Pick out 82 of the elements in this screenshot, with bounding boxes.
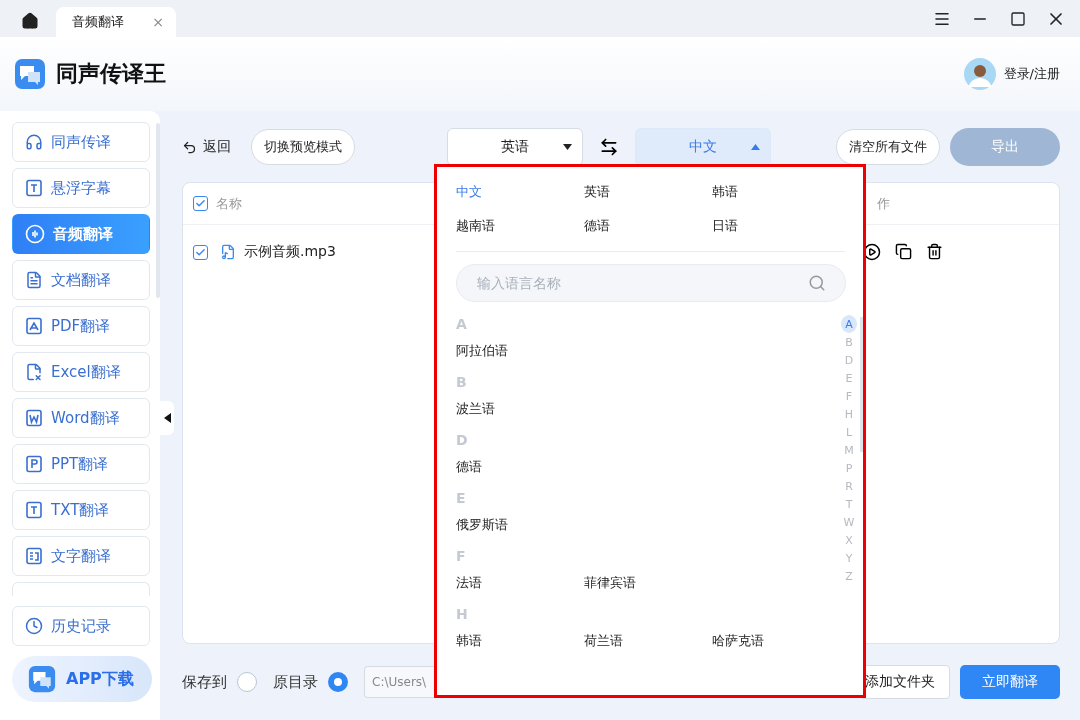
language-option[interactable]: 波兰语 <box>456 400 584 418</box>
caret-up-icon <box>751 144 760 150</box>
language-option[interactable]: 德语 <box>456 458 584 476</box>
x-file-icon <box>25 363 43 381</box>
delete-icon[interactable] <box>926 243 943 260</box>
language-search-field[interactable]: 输入语言名称 <box>456 264 846 302</box>
language-option[interactable]: 韩语 <box>456 632 584 650</box>
copy-icon[interactable] <box>895 243 912 260</box>
section-letter: H <box>456 606 469 624</box>
caret-down-icon <box>563 144 572 150</box>
target-language-select[interactable]: 中文 <box>635 128 771 166</box>
sidebar-item[interactable]: Excel翻译 <box>12 352 150 392</box>
sidebar-item[interactable]: 音频翻译 <box>12 214 150 254</box>
file-name: 示例音频.mp3 <box>244 243 336 261</box>
t-box-icon <box>25 179 43 197</box>
section-letter: A <box>456 316 468 334</box>
radio-button[interactable] <box>237 672 257 693</box>
sidebar-item[interactable]: 同声传译 <box>12 122 150 162</box>
undo-arrow-icon <box>182 139 197 155</box>
login-link[interactable]: 登录/注册 <box>1003 65 1060 83</box>
section-letter: D <box>456 432 469 450</box>
history-item[interactable]: 历史记录 <box>12 606 150 646</box>
checkbox[interactable] <box>193 196 208 211</box>
language-option[interactable]: 菲律宾语 <box>584 574 712 592</box>
language-option[interactable]: 英语 <box>584 183 712 201</box>
language-option[interactable]: 韩语 <box>712 183 840 201</box>
sidebar-item[interactable]: PPT翻译 <box>12 444 150 484</box>
avatar-icon[interactable] <box>963 58 996 90</box>
app-logo-icon <box>14 58 46 90</box>
sidebar-item[interactable]: PDF翻译 <box>12 306 150 346</box>
pdf-file-icon <box>25 317 43 335</box>
sidebar-item[interactable]: 文字翻译 <box>12 536 150 576</box>
check-icon <box>195 246 206 258</box>
radio-button[interactable] <box>328 672 348 693</box>
app-logo-icon <box>28 665 56 693</box>
translate-now-button[interactable]: 立即翻译 <box>960 665 1060 700</box>
language-option[interactable]: 法语 <box>456 574 584 592</box>
section-letter: F <box>456 548 467 566</box>
add-folder-button[interactable]: 添加文件夹 <box>862 665 950 700</box>
clear-files-button[interactable]: 清空所有文件 <box>836 129 940 165</box>
language-option[interactable]: 俄罗斯语 <box>456 516 584 534</box>
headphones-icon <box>25 133 43 151</box>
collapse-handle[interactable] <box>160 401 174 435</box>
w-box-icon <box>25 409 43 427</box>
column-header: 作 <box>877 194 890 213</box>
sidebar-item[interactable]: Word翻译 <box>12 398 150 438</box>
language-option[interactable]: 哈萨克语 <box>712 632 840 650</box>
p-box-icon <box>25 455 43 473</box>
source-language-select[interactable]: 英语 <box>447 128 583 166</box>
app-title: 同声传译王 <box>56 60 166 88</box>
check-icon <box>195 198 206 209</box>
language-option[interactable]: 中文 <box>456 183 584 201</box>
preview-mode-button[interactable]: 切换预览模式 <box>251 129 355 165</box>
checkbox[interactable] <box>193 244 208 260</box>
section-letter: B <box>456 374 468 392</box>
section-letter: E <box>456 490 467 508</box>
language-option[interactable]: 阿拉伯语 <box>456 342 584 360</box>
app-download-button[interactable]: APP下载 <box>12 656 152 702</box>
language-option[interactable]: 德语 <box>584 217 712 235</box>
t-box-icon <box>25 501 43 519</box>
sidebar-item[interactable]: 文档翻译 <box>12 260 150 300</box>
close-icon[interactable]: × <box>152 14 164 30</box>
sidebar-item[interactable]: 悬浮字幕 <box>12 168 150 208</box>
scrollbar[interactable] <box>860 317 863 452</box>
original-dir-label: 原目录 <box>273 672 318 692</box>
tab[interactable]: 音频翻译 × <box>56 7 176 37</box>
swap-icon[interactable] <box>599 137 619 157</box>
column-header: 名称 <box>216 194 242 213</box>
back-button[interactable]: 返回 <box>182 138 231 156</box>
document-icon <box>25 271 43 289</box>
language-option[interactable]: 越南语 <box>456 217 584 235</box>
search-icon[interactable] <box>808 274 826 292</box>
clock-icon <box>25 617 43 635</box>
text-box-icon <box>25 547 43 565</box>
save-to-label: 保存到 <box>182 672 227 692</box>
sound-wave-icon <box>25 224 45 244</box>
language-option[interactable]: 日语 <box>712 217 840 235</box>
sidebar-item[interactable]: TXT翻译 <box>12 490 150 530</box>
language-option[interactable]: 荷兰语 <box>584 632 712 650</box>
audio-file-icon <box>220 244 236 260</box>
play-icon[interactable] <box>863 243 881 261</box>
index-letter[interactable]: A <box>841 315 857 333</box>
